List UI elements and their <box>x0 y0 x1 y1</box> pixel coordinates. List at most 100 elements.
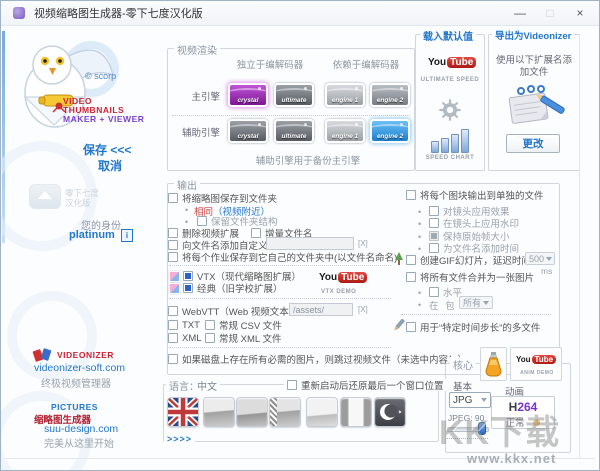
custom-suffix-input[interactable] <box>266 237 354 250</box>
wm-shots-checkbox[interactable] <box>429 218 439 228</box>
flag-gray-5[interactable] <box>340 397 372 427</box>
flag-gray-1[interactable] <box>203 397 235 427</box>
youtube-vtx-demo-logo[interactable]: You Tube <box>319 272 368 283</box>
keep-frame-checkbox[interactable] <box>429 231 439 241</box>
main-engine-2[interactable]: engine 2 <box>370 83 410 107</box>
divider <box>401 314 551 315</box>
load-defaults-link[interactable]: 载入默认值 <box>420 28 476 43</box>
remove-ext-checkbox[interactable] <box>168 228 178 238</box>
vtx-checkbox[interactable] <box>183 271 193 281</box>
aux-engine-note: 辅助引擎用于备份主引擎 <box>255 156 361 167</box>
export-group: 导出为Videonizer 使用以下扩展名添加文件 更改 <box>488 28 580 171</box>
owl-logo <box>23 41 119 128</box>
multifile-row[interactable]: 用于“特定时间步长”的多文件 <box>406 321 541 334</box>
xml-file-label: 常规 XML 文件 <box>219 334 282 345</box>
speed-chart-caption: SPEED CHART <box>425 155 475 161</box>
csv-checkbox[interactable] <box>205 320 215 330</box>
minimize-button[interactable]: — <box>505 1 535 25</box>
flag-gray-2[interactable] <box>236 397 268 427</box>
defaults-group: 载入默认值 You Tube ULTIMATE SPEED SPEED CHART <box>415 28 485 171</box>
classic-file-icon <box>169 283 180 294</box>
custom-suffix-checkbox[interactable] <box>168 240 178 250</box>
multifile-checkbox[interactable] <box>406 322 416 332</box>
horizontal-checkbox[interactable] <box>429 287 439 297</box>
csv-row[interactable]: 常规 CSV 文件 <box>205 319 282 332</box>
flag-english[interactable] <box>167 397 199 427</box>
merge-all-row[interactable]: 将所有文件合并为一张图片 <box>406 271 534 284</box>
tiles-separate-checkbox[interactable] <box>406 190 416 200</box>
gif-row[interactable]: 创建GIF幻灯片，延迟时间 <box>406 254 531 267</box>
gif-checkbox[interactable] <box>406 255 416 265</box>
info-icon[interactable]: i <box>121 229 133 242</box>
skip-existing-row[interactable]: 如果磁盘上存在所有必需的图片，则跳过视频文件（未选中内容！） <box>168 353 467 366</box>
updater-icon <box>29 184 61 209</box>
speed-chart-icon[interactable] <box>430 129 470 153</box>
change-button[interactable]: 更改 <box>506 134 560 153</box>
multifile-label: 用于“特定时间步长”的多文件 <box>420 323 541 334</box>
xml-file-checkbox[interactable] <box>205 333 215 343</box>
aux-engine-1[interactable]: engine 1 <box>325 119 365 143</box>
close-button[interactable]: × <box>565 1 595 25</box>
webvtt-clear-icon[interactable]: [X] <box>358 305 368 314</box>
main-engine-ultimate[interactable]: ultimate <box>274 83 314 107</box>
incremental-checkbox[interactable] <box>251 228 261 238</box>
gear-icon[interactable] <box>437 97 463 123</box>
maximize-button[interactable]: □ <box>535 1 565 25</box>
save-link[interactable]: 保存 <<< <box>83 141 131 158</box>
skip-existing-checkbox[interactable] <box>168 354 178 364</box>
per-job-folder-checkbox[interactable] <box>168 252 178 262</box>
divider <box>169 298 391 299</box>
core-group-title: 核心 <box>450 357 476 372</box>
txt-row[interactable]: TXT <box>168 319 200 331</box>
restore-window-row[interactable]: 重新启动后还原最后一个窗口位置 <box>284 379 447 392</box>
classic-row[interactable]: 经典（旧学校扩展） <box>183 282 283 295</box>
youtube-logo[interactable]: You Tube <box>428 57 477 68</box>
core-app-panel[interactable] <box>480 347 507 381</box>
videonizer-tagline: 终极视频管理器 <box>41 379 111 390</box>
classic-checkbox[interactable] <box>183 283 193 293</box>
xml-row[interactable]: XML <box>168 332 202 344</box>
in-pack-select[interactable]: 所有 <box>459 296 493 309</box>
add-time-checkbox[interactable] <box>429 243 439 253</box>
core-youtube-panel[interactable]: You Tube ANIM DEMO <box>510 347 562 381</box>
aux-engine-label: 辅助引擎 <box>181 128 220 139</box>
aux-engine-ultimate[interactable]: ultimate <box>274 119 314 143</box>
xml-checkbox[interactable] <box>168 333 178 343</box>
wm-shots-label: 在镜头上应用水印 <box>443 219 520 230</box>
more-languages-arrows[interactable]: >>>> <box>164 434 196 444</box>
webvtt-checkbox[interactable] <box>168 306 178 316</box>
pictures-tagline: 完美从这里开始 <box>44 439 114 450</box>
pictures-url[interactable]: suu-design.com <box>44 423 118 435</box>
restore-window-checkbox[interactable] <box>287 380 297 390</box>
codec-dependent-header: 依赖于编解码器 <box>332 60 400 71</box>
save-to-folder-row[interactable]: 将缩略图保存到文件夹 <box>168 192 277 205</box>
main-engine-1[interactable]: engine 1 <box>325 83 365 107</box>
flag-gray-4[interactable] <box>306 397 338 427</box>
fx-shots-checkbox[interactable] <box>429 206 439 216</box>
xml-file-row[interactable]: 常规 XML 文件 <box>205 332 282 345</box>
save-to-folder-checkbox[interactable] <box>168 193 178 203</box>
horizontal-row[interactable]: 水平 <box>429 286 462 299</box>
vtx-file-icon <box>169 271 180 282</box>
flag-turkish[interactable] <box>374 397 406 427</box>
webvtt-path-input[interactable]: /assets/ <box>289 303 353 316</box>
aux-engine-2[interactable]: engine 2 <box>370 119 410 143</box>
scorp-credit: © scorp <box>85 71 117 81</box>
suffix-clear-icon[interactable]: [X] <box>358 239 368 248</box>
tiles-separate-row[interactable]: 将每个图块输出到单独的文件 <box>406 189 544 202</box>
keep-structure-checkbox[interactable] <box>197 216 207 226</box>
app-icon <box>13 7 25 19</box>
cancel-link[interactable]: 取消 <box>98 157 122 174</box>
gif-delay-select[interactable]: 500 <box>525 252 555 265</box>
aux-engine-crystal[interactable]: crystal <box>228 119 268 143</box>
export-hint: 使用以下扩展名添加文件 <box>495 55 572 78</box>
per-job-folder-row[interactable]: 将每个作业保存到它自己的文件夹中(以文件名命名) <box>168 251 397 264</box>
merge-all-checkbox[interactable] <box>406 272 416 282</box>
videonizer-url[interactable]: videonizer-soft.com <box>34 362 125 374</box>
flag-gray-3[interactable] <box>269 397 301 427</box>
wm-shots-row[interactable]: 在镜头上应用水印 <box>429 217 520 230</box>
codec-independent-header: 独立于编解码器 <box>236 60 304 71</box>
main-engine-crystal[interactable]: crystal <box>228 83 268 107</box>
txt-checkbox[interactable] <box>168 320 178 330</box>
restore-window-label: 重新启动后还原最后一个窗口位置 <box>301 381 444 392</box>
